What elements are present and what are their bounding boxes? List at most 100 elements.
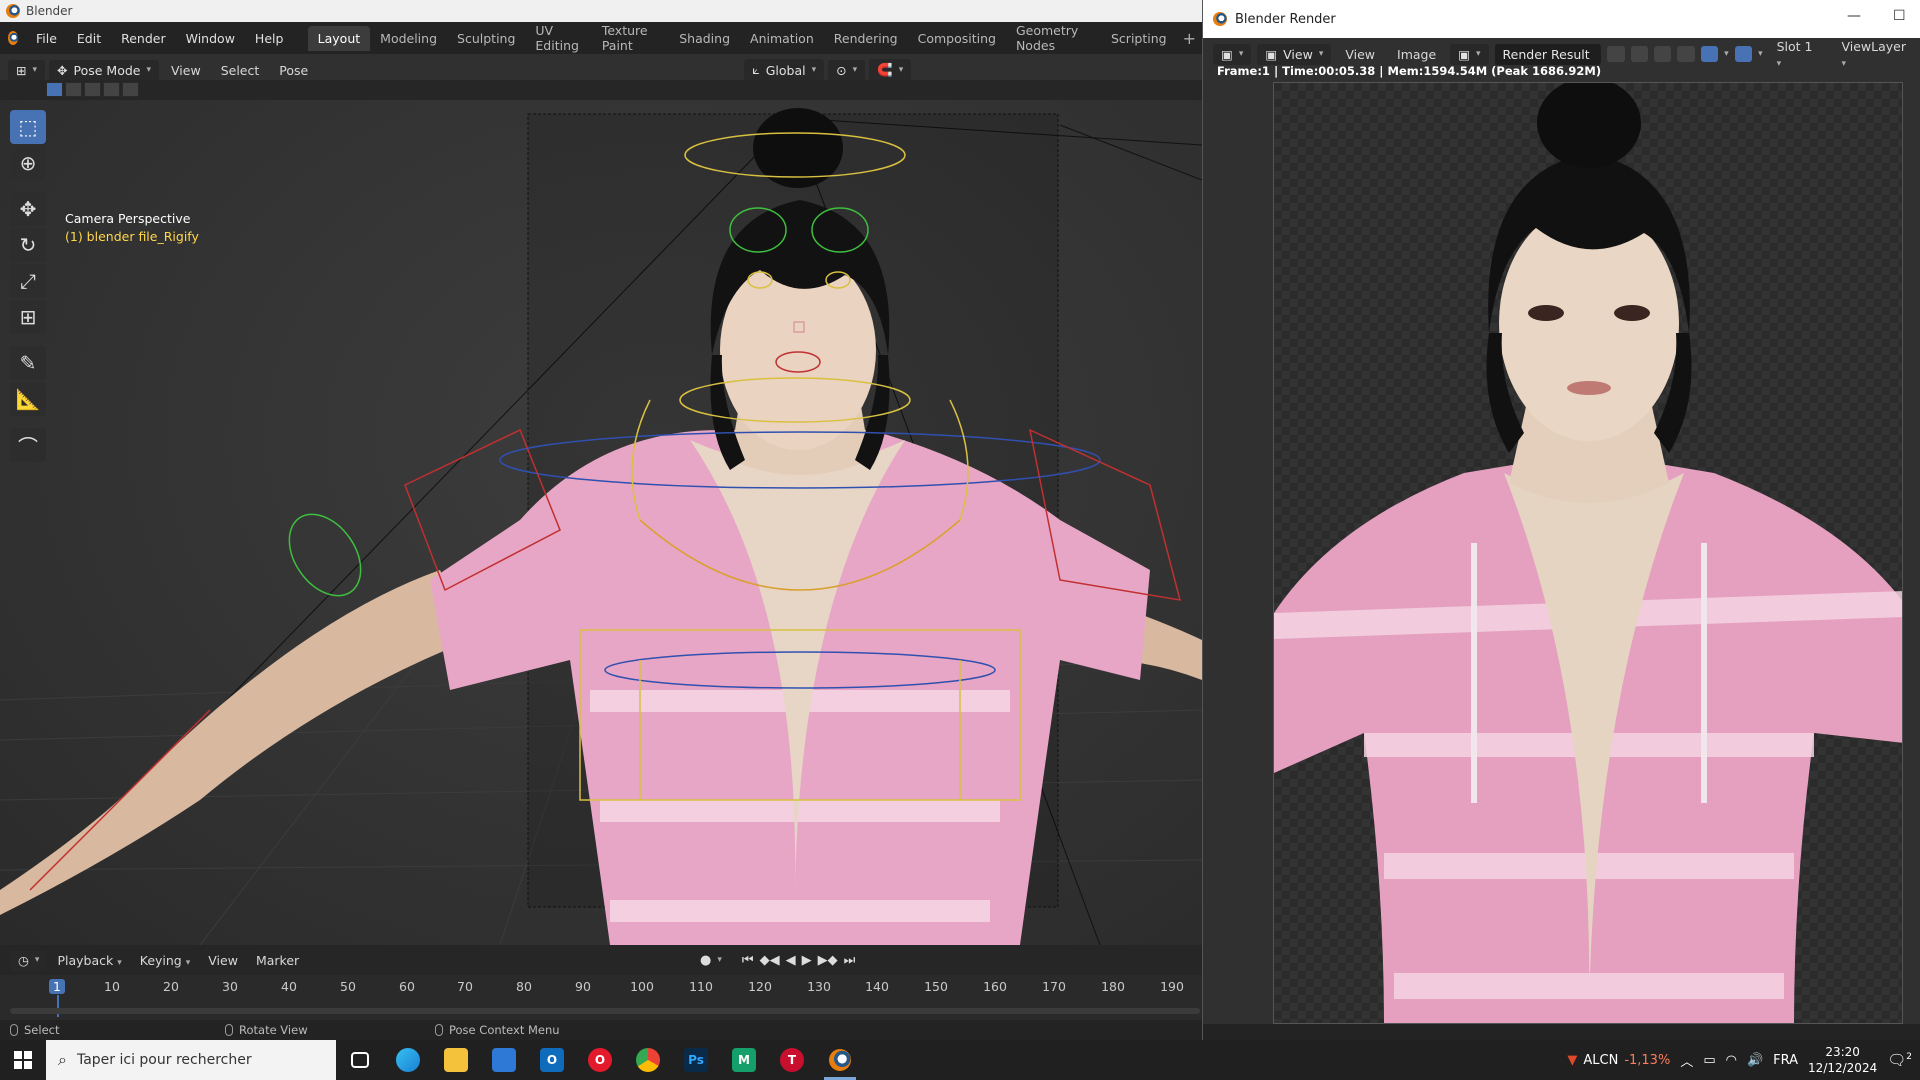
tab-texture-paint[interactable]: Texture Paint: [592, 18, 669, 58]
tab-compositing[interactable]: Compositing: [908, 26, 1006, 51]
bone-size-icon[interactable]: ⌒: [10, 428, 46, 462]
menu-image[interactable]: Image: [1389, 44, 1444, 65]
menu-view[interactable]: View: [163, 60, 209, 81]
chevron-down-icon[interactable]: ▾: [1758, 49, 1763, 59]
timeline-editor-type[interactable]: ◷ ▾: [10, 949, 48, 971]
select-intersect-icon[interactable]: [122, 82, 139, 97]
tab-geometry-nodes[interactable]: Geometry Nodes: [1006, 18, 1101, 58]
play-reverse-icon[interactable]: ◀: [786, 953, 796, 968]
store-app[interactable]: [480, 1040, 528, 1080]
stock-widget[interactable]: ▼ ALCN -1,13%: [1567, 1053, 1670, 1068]
jump-end-icon[interactable]: ⏭: [844, 953, 856, 968]
cursor-icon[interactable]: ⊕: [10, 146, 46, 180]
menu-keying[interactable]: Keying ▾: [132, 950, 199, 971]
fake-user-icon[interactable]: [1607, 46, 1625, 62]
menu-help[interactable]: Help: [245, 31, 294, 46]
menu-view[interactable]: View: [1337, 44, 1383, 65]
tab-scripting[interactable]: Scripting: [1101, 26, 1177, 51]
menu-marker[interactable]: Marker: [248, 950, 307, 971]
battery-icon[interactable]: ▭: [1703, 1053, 1715, 1068]
chevron-down-icon[interactable]: ▾: [1724, 49, 1729, 59]
tab-animation[interactable]: Animation: [740, 26, 824, 51]
gizmo-icon[interactable]: [1700, 46, 1719, 62]
measure-icon[interactable]: 📐: [10, 382, 46, 416]
menu-pose[interactable]: Pose: [271, 60, 316, 81]
menu-file[interactable]: File: [26, 31, 67, 46]
play-icon[interactable]: ▶: [802, 953, 812, 968]
minimize-icon[interactable]: —: [1847, 8, 1861, 24]
scale-icon[interactable]: ⤢: [10, 264, 46, 298]
jump-start-icon[interactable]: ⏮: [742, 953, 754, 968]
image-name-field[interactable]: Render Result: [1494, 43, 1602, 65]
move-icon[interactable]: ✥: [10, 192, 46, 226]
edge-app[interactable]: [384, 1040, 432, 1080]
select-box-icon[interactable]: ⬚: [10, 110, 46, 144]
menu-timeline-view[interactable]: View: [200, 950, 246, 971]
slot-dropdown[interactable]: Slot 1 ▾: [1769, 36, 1828, 72]
blender-app[interactable]: [816, 1040, 864, 1080]
rotate-icon[interactable]: ↻: [10, 228, 46, 262]
task-view-icon: [351, 1052, 369, 1068]
clock[interactable]: 23:20 12/12/2024: [1808, 1044, 1877, 1076]
next-keyframe-icon[interactable]: ▶◆: [818, 953, 838, 968]
current-frame-indicator[interactable]: 1: [49, 979, 65, 994]
task-view-button[interactable]: [336, 1040, 384, 1080]
tab-modeling[interactable]: Modeling: [370, 26, 447, 51]
blender-menu-icon[interactable]: [8, 31, 18, 45]
menu-window[interactable]: Window: [176, 31, 245, 46]
record-icon[interactable]: ●: [700, 953, 711, 968]
outlook-app[interactable]: O: [528, 1040, 576, 1080]
chevron-down-icon[interactable]: ▾: [717, 955, 722, 965]
photoshop-app[interactable]: Ps: [672, 1040, 720, 1080]
taskbar-search[interactable]: ⌕ Taper ici pour rechercher: [46, 1040, 336, 1080]
view-mode-dropdown[interactable]: ▣ View ▾: [1257, 43, 1332, 65]
prev-keyframe-icon[interactable]: ◆◀: [760, 953, 780, 968]
timeline-scrollbar[interactable]: [10, 1008, 1200, 1014]
opera-app[interactable]: O: [576, 1040, 624, 1080]
m-app-icon: M: [732, 1048, 756, 1072]
image-browse-button[interactable]: ▣ ▾: [1450, 43, 1489, 65]
snap-toggle[interactable]: 🧲 ▾: [869, 59, 912, 81]
transform-icon[interactable]: ⊞: [10, 300, 46, 334]
annotate-icon[interactable]: ✎: [10, 346, 46, 380]
language-indicator[interactable]: FRA: [1773, 1053, 1798, 1068]
start-button[interactable]: [0, 1040, 46, 1080]
tab-rendering[interactable]: Rendering: [824, 26, 908, 51]
new-image-icon[interactable]: [1630, 46, 1649, 62]
mode-dropdown[interactable]: ✥ Pose Mode ▾: [49, 59, 160, 81]
menu-playback[interactable]: Playback ▾: [49, 950, 129, 971]
select-subtract-icon[interactable]: [84, 82, 101, 97]
m-app[interactable]: M: [720, 1040, 768, 1080]
editor-type-button[interactable]: ⊞ ▾: [8, 59, 46, 81]
editor-type-button[interactable]: ▣ ▾: [1213, 43, 1252, 65]
render-result-image[interactable]: [1273, 82, 1903, 1024]
tab-sculpting[interactable]: Sculpting: [447, 26, 525, 51]
3d-viewport[interactable]: Camera Perspective (1) blender file_Rigi…: [0, 100, 1202, 945]
view-layer-dropdown[interactable]: ViewLayer ▾: [1833, 36, 1920, 72]
close-icon[interactable]: [1677, 46, 1695, 62]
add-workspace-button[interactable]: +: [1177, 29, 1202, 48]
tab-shading[interactable]: Shading: [669, 26, 740, 51]
t-app[interactable]: T: [768, 1040, 816, 1080]
select-extend-icon[interactable]: [65, 82, 82, 97]
file-explorer-app[interactable]: [432, 1040, 480, 1080]
network-icon[interactable]: ◠: [1726, 1053, 1737, 1068]
select-invert-icon[interactable]: [103, 82, 120, 97]
clock-date: 12/12/2024: [1808, 1061, 1878, 1075]
tab-uv-editing[interactable]: UV Editing: [525, 18, 591, 58]
menu-render[interactable]: Render: [111, 31, 176, 46]
notification-icon[interactable]: 🗨2: [1887, 1051, 1912, 1069]
timeline-ruler[interactable]: 1 10 20 30 40 50 60 70 80 90 100 110 120…: [0, 975, 1202, 1025]
show-hidden-icons[interactable]: ︿: [1680, 1051, 1693, 1070]
transform-orientation-dropdown[interactable]: ⟀ Global ▾: [744, 59, 825, 81]
menu-select[interactable]: Select: [213, 60, 268, 81]
maximize-icon[interactable]: ☐: [1893, 8, 1906, 24]
menu-edit[interactable]: Edit: [67, 31, 111, 46]
open-image-icon[interactable]: [1654, 46, 1672, 62]
select-set-new-icon[interactable]: [46, 82, 63, 97]
overlay-icon[interactable]: [1734, 46, 1753, 62]
tab-layout[interactable]: Layout: [307, 25, 371, 51]
pivot-point-dropdown[interactable]: ⊙ ▾: [828, 59, 866, 81]
volume-icon[interactable]: 🔊: [1747, 1053, 1763, 1068]
chrome-app[interactable]: [624, 1040, 672, 1080]
